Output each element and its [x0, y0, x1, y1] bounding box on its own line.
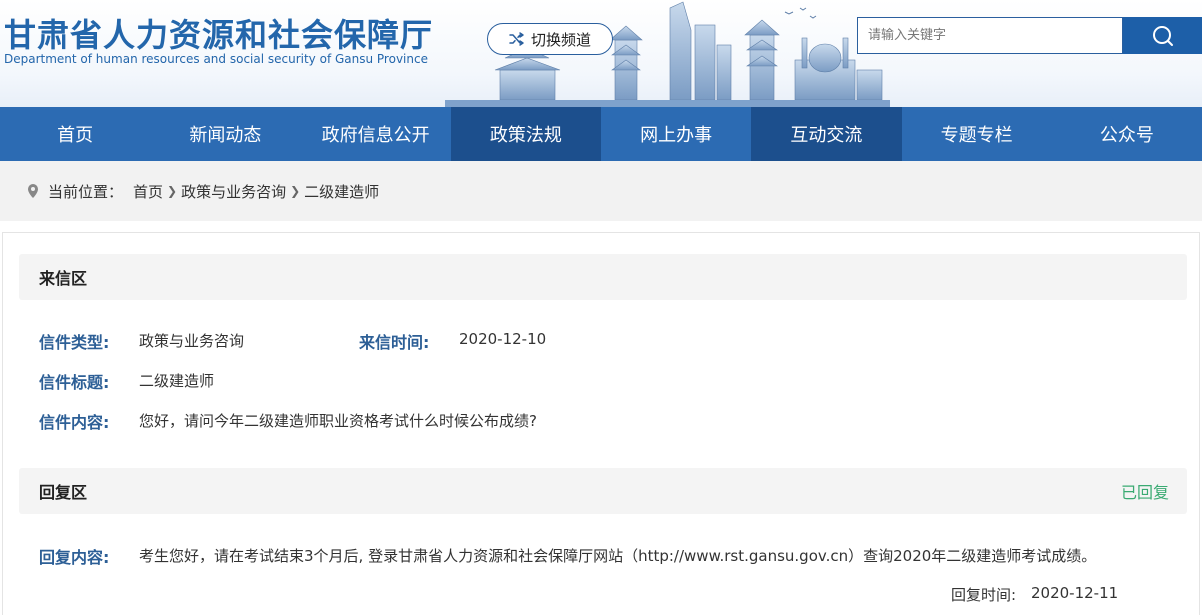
search-icon — [1152, 25, 1173, 46]
reply-content-value: 考生您好，请在考试结束3个月后, 登录甘肃省人力资源和社会保障厅网站（http:… — [139, 547, 1097, 565]
search-input[interactable] — [857, 17, 1123, 54]
nav-item-special-topics[interactable]: 专题专栏 — [902, 107, 1052, 161]
letter-content-label: 信件内容: — [39, 413, 110, 432]
breadcrumb-current[interactable]: 二级建造师 — [304, 181, 379, 202]
nav-item-news[interactable]: 新闻动态 — [150, 107, 300, 161]
breadcrumb-policy-consult[interactable]: 政策与业务咨询 — [181, 181, 286, 202]
letter-content-value: 您好，请问今年二级建造师职业资格考试什么时候公布成绩? — [139, 412, 537, 430]
breadcrumb: 当前位置： 首页 ❯ 政策与业务咨询 ❯ 二级建造师 — [0, 161, 1202, 221]
switch-channel-label: 切换频道 — [530, 30, 591, 49]
letter-title-label: 信件标题: — [39, 373, 110, 392]
letter-section-header: 来信区 — [19, 254, 1187, 300]
switch-channel-button[interactable]: 切换频道 — [487, 23, 613, 55]
letter-section-title: 来信区 — [39, 269, 88, 288]
nav-item-public-account[interactable]: 公众号 — [1052, 107, 1202, 161]
nav-item-home[interactable]: 首页 — [0, 107, 150, 161]
letter-title-value: 二级建造师 — [139, 372, 215, 390]
nav-item-online-services[interactable]: 网上办事 — [601, 107, 751, 161]
chevron-right-icon: ❯ — [290, 184, 301, 198]
nav-item-policy[interactable]: 政策法规 — [450, 107, 601, 161]
shuffle-icon — [509, 32, 524, 46]
nav-item-gov-info[interactable]: 政府信息公开 — [301, 107, 451, 161]
nav-item-interaction[interactable]: 互动交流 — [751, 107, 902, 161]
site-logo-subtitle: Department of human resources and social… — [4, 52, 428, 66]
letter-time-value: 2020-12-10 — [459, 330, 547, 348]
letter-time-label: 来信时间: — [359, 333, 430, 352]
site-header: 甘肃省人力资源和社会保障厅 Department of human resour… — [0, 0, 1202, 107]
location-pin-icon — [28, 184, 38, 198]
search-button[interactable] — [1123, 17, 1202, 54]
reply-section-title: 回复区 — [39, 483, 88, 502]
letter-type-label: 信件类型: — [39, 333, 110, 352]
reply-section-header: 回复区 已回复 — [19, 468, 1187, 514]
main-nav: 首页 新闻动态 政府信息公开 政策法规 网上办事 互动交流 专题专栏 公众号 — [0, 107, 1202, 161]
breadcrumb-home[interactable]: 首页 — [133, 181, 163, 202]
reply-time-value: 2020-12-11 — [1031, 584, 1119, 602]
reply-time-label: 回复时间: — [951, 586, 1017, 604]
letter-type-value: 政策与业务咨询 — [139, 332, 245, 350]
reply-status-badge: 已回复 — [1120, 483, 1169, 502]
letter-detail-panel: 来信区 信件类型: 政策与业务咨询 来信时间: 2020-12-10 信件标题:… — [2, 232, 1200, 615]
breadcrumb-prefix: 当前位置： — [48, 182, 124, 201]
reply-content-label: 回复内容: — [39, 548, 110, 567]
chevron-right-icon: ❯ — [167, 184, 178, 198]
site-logo-title[interactable]: 甘肃省人力资源和社会保障厅 — [4, 10, 433, 56]
